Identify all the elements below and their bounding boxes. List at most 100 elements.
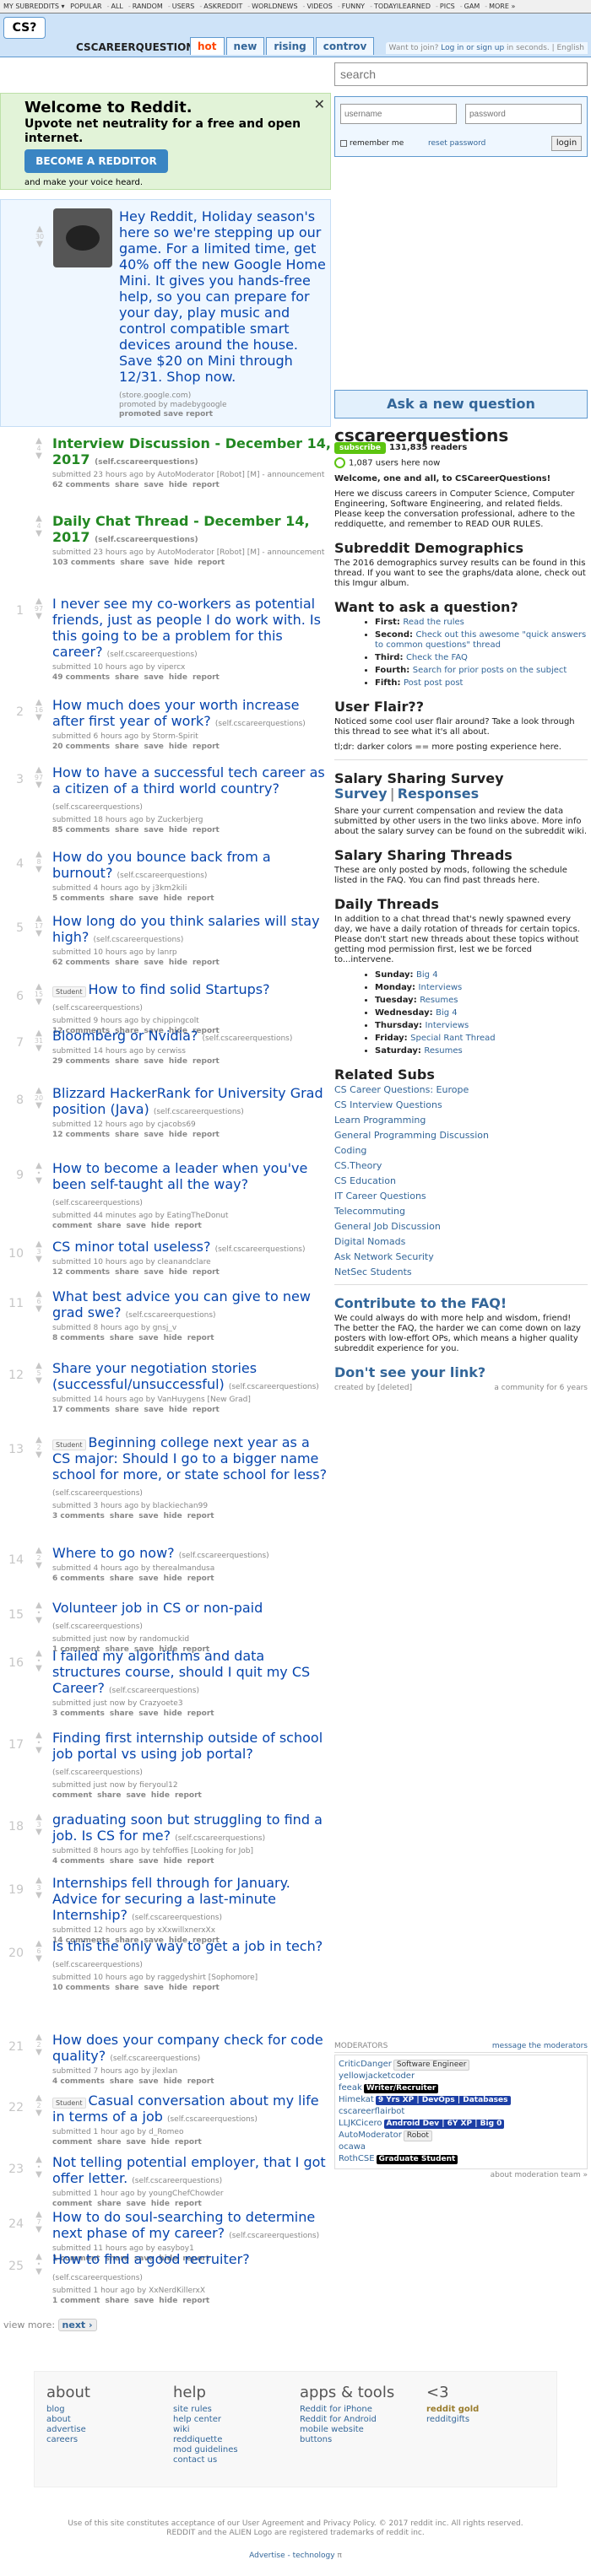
post-title[interactable]: How much does your worth increase after … bbox=[52, 697, 331, 732]
upvote-icon[interactable]: ▲ bbox=[30, 851, 47, 859]
topbar-link[interactable]: WORLDNEWS bbox=[252, 3, 297, 10]
save-link[interactable]: save bbox=[144, 1406, 164, 1414]
hide-link[interactable]: hide bbox=[169, 826, 187, 834]
comments-link[interactable]: 29 comments bbox=[52, 1057, 110, 1066]
post-title[interactable]: CS minor total useless? (self.cscareerqu… bbox=[52, 1239, 331, 1258]
downvote-icon[interactable]: ▼ bbox=[30, 1377, 47, 1385]
related-sub-link[interactable]: CS Career Questions: Europe bbox=[334, 1084, 588, 1095]
save-link[interactable]: save bbox=[144, 826, 164, 834]
my-subreddits-dropdown[interactable]: MY SUBREDDITS ▾ bbox=[3, 3, 65, 10]
save-link[interactable]: save bbox=[138, 1334, 158, 1342]
share-link[interactable]: share bbox=[110, 1512, 133, 1520]
share-link[interactable]: share bbox=[110, 2077, 133, 2086]
upvote-icon[interactable]: ▲ bbox=[30, 2094, 47, 2103]
post-title[interactable]: Daily Chat Thread - December 14, 2017 (s… bbox=[52, 513, 331, 548]
comments-link[interactable]: 12 comments bbox=[52, 1268, 110, 1277]
report-link[interactable]: report bbox=[175, 2138, 202, 2147]
save-link[interactable]: save bbox=[144, 673, 164, 682]
topbar-link[interactable]: POPULAR bbox=[70, 3, 101, 10]
downvote-icon[interactable]: ▼ bbox=[30, 998, 47, 1007]
hide-link[interactable]: hide bbox=[151, 2200, 170, 2208]
report-link[interactable]: report bbox=[192, 481, 220, 489]
post-domain[interactable]: (self.cscareerquestions) bbox=[52, 1489, 143, 1498]
save-link[interactable]: save bbox=[134, 2297, 154, 2305]
report-link[interactable]: report bbox=[192, 743, 220, 751]
message-mods-link[interactable]: message the moderators bbox=[492, 2042, 588, 2050]
downvote-icon[interactable]: ▼ bbox=[30, 1617, 47, 1625]
downvote-icon[interactable]: ▼ bbox=[30, 2268, 47, 2276]
footer-link[interactable]: mobile website bbox=[300, 2425, 418, 2435]
post-domain[interactable]: (self.cscareerquestions) bbox=[132, 1914, 222, 1922]
downvote-icon[interactable]: ▼ bbox=[30, 1828, 47, 1837]
topbar-link[interactable]: PICS bbox=[440, 3, 455, 10]
day-link[interactable]: Big 4 bbox=[416, 970, 438, 980]
report-link[interactable]: report bbox=[192, 1406, 220, 1414]
upvote-icon[interactable]: ▲ bbox=[30, 1029, 47, 1038]
upvote-icon[interactable]: ▲ bbox=[30, 915, 47, 923]
post-title[interactable]: What best advice you can give to new gra… bbox=[52, 1288, 331, 1324]
hide-link[interactable]: hide bbox=[164, 1857, 182, 1866]
post-title[interactable]: How to have a successful tech career as … bbox=[52, 764, 331, 816]
upvote-icon[interactable]: ▲ bbox=[30, 2033, 47, 2042]
share-link[interactable]: share bbox=[115, 1406, 138, 1414]
post-domain[interactable]: (self.cscareerquestions) bbox=[52, 1199, 143, 1207]
post-title[interactable]: Is this the only way to get a job in tec… bbox=[52, 1938, 331, 1974]
moderator-link[interactable]: AutoModerator bbox=[339, 2130, 402, 2140]
hide-link[interactable]: hide bbox=[151, 1791, 170, 1800]
topbar-link[interactable]: ASKREDDIT bbox=[203, 3, 242, 10]
upvote-icon[interactable]: ▲ bbox=[30, 1436, 47, 1445]
post-domain[interactable]: (self.cscareerquestions) bbox=[52, 1769, 143, 1777]
comments-link[interactable]: 17 comments bbox=[52, 1406, 110, 1414]
downvote-icon[interactable]: ▼ bbox=[30, 613, 47, 621]
upvote-icon[interactable]: ▲ bbox=[30, 1731, 47, 1740]
hide-link[interactable]: hide bbox=[151, 2138, 170, 2147]
moderator-link[interactable]: Himekat bbox=[339, 2095, 374, 2104]
footer-link[interactable]: buttons bbox=[300, 2435, 418, 2445]
save-link[interactable]: save bbox=[126, 1791, 145, 1800]
comments-link[interactable]: 8 comments bbox=[52, 1334, 105, 1342]
hide-link[interactable]: hide bbox=[169, 1406, 187, 1414]
post-title[interactable]: Bloomberg or Nvidia? (self.cscareerquest… bbox=[52, 1028, 331, 1047]
upvote-icon[interactable]: ▲ bbox=[30, 1940, 47, 1948]
save-link[interactable]: save bbox=[144, 959, 164, 967]
pi-link[interactable]: π bbox=[337, 2552, 341, 2560]
hide-link[interactable]: hide bbox=[169, 481, 187, 489]
share-link[interactable]: share bbox=[97, 2138, 121, 2147]
post-domain[interactable]: (self.cscareerquestions) bbox=[52, 803, 143, 812]
share-link[interactable]: share bbox=[110, 1574, 133, 1583]
save-link[interactable]: save bbox=[144, 1057, 164, 1066]
related-sub-link[interactable]: CS Interview Questions bbox=[334, 1099, 588, 1110]
footer-link[interactable]: contact us bbox=[173, 2455, 291, 2465]
comments-link[interactable]: 20 comments bbox=[52, 743, 110, 751]
share-link[interactable]: share bbox=[115, 1131, 138, 1139]
moderator-link[interactable]: LLJKCicero bbox=[339, 2119, 382, 2128]
downvote-icon[interactable]: ▼ bbox=[30, 1892, 47, 1900]
report-link[interactable]: report bbox=[192, 1131, 220, 1139]
upvote-icon[interactable]: ▲ bbox=[30, 1362, 47, 1370]
upvote-icon[interactable]: ▲ bbox=[30, 1650, 47, 1658]
topbar-link[interactable]: VIDEOS bbox=[306, 3, 332, 10]
day-link[interactable]: Resumes bbox=[420, 996, 458, 1005]
footer-link[interactable]: reddiquette bbox=[173, 2435, 291, 2445]
share-link[interactable]: share bbox=[115, 743, 138, 751]
post-title[interactable]: How to become a leader when you've been … bbox=[52, 1160, 331, 1212]
share-link[interactable]: share bbox=[110, 1857, 133, 1866]
related-sub-link[interactable]: NetSec Students bbox=[334, 1266, 588, 1277]
related-sub-link[interactable]: Telecommuting bbox=[334, 1206, 588, 1217]
ask-step-link[interactable]: Check the FAQ bbox=[406, 653, 468, 662]
downvote-icon[interactable]: ▼ bbox=[30, 2049, 47, 2057]
post-domain[interactable]: (self.cscareerquestions) bbox=[110, 2055, 200, 2063]
save-link[interactable]: save bbox=[126, 2200, 145, 2208]
downvote-icon[interactable]: ▼ bbox=[30, 2109, 47, 2118]
next-page-button[interactable]: next › bbox=[57, 2319, 97, 2331]
hide-link[interactable]: hide bbox=[169, 959, 187, 967]
post-domain[interactable]: (self.cscareerquestions) bbox=[202, 1034, 292, 1043]
downvote-icon[interactable]: ▼ bbox=[30, 930, 47, 938]
ask-step-link[interactable]: Post post post bbox=[404, 678, 463, 688]
comments-link[interactable]: 5 comments bbox=[52, 894, 105, 903]
hide-link[interactable]: hide bbox=[164, 894, 182, 903]
post-domain[interactable]: (self.cscareerquestions) bbox=[179, 1552, 269, 1560]
share-link[interactable]: share bbox=[115, 673, 138, 682]
post-domain[interactable]: (self.cscareerquestions) bbox=[95, 458, 198, 467]
comments-link[interactable]: 62 comments bbox=[52, 481, 110, 489]
